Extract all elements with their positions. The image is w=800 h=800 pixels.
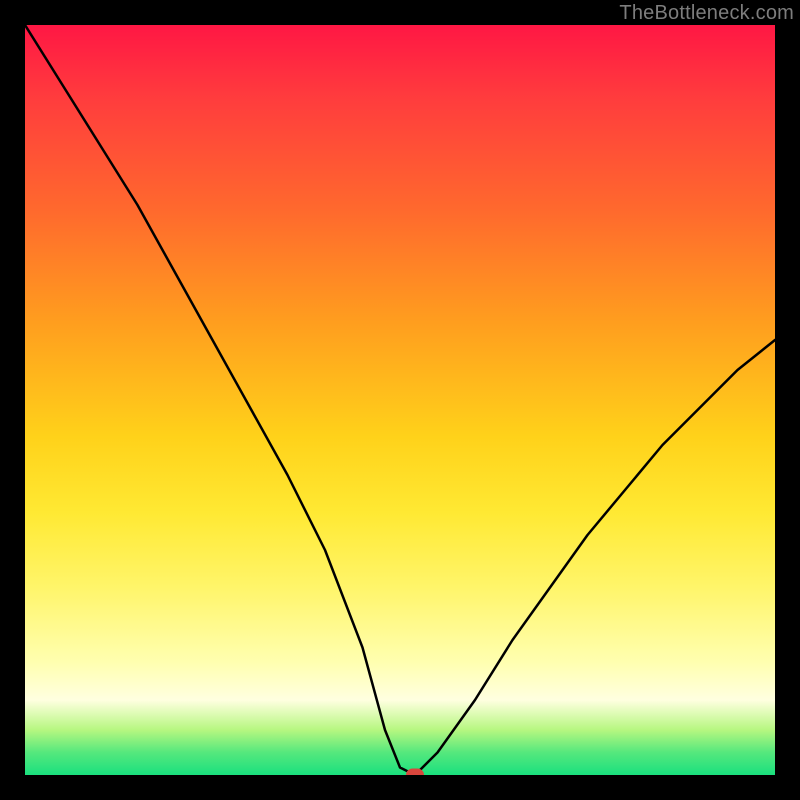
watermark-text: TheBottleneck.com	[619, 2, 794, 25]
chart-frame: TheBottleneck.com	[0, 0, 800, 800]
optimal-point-marker	[406, 769, 424, 776]
plot-area	[25, 25, 775, 775]
bottleneck-curve	[25, 25, 775, 775]
